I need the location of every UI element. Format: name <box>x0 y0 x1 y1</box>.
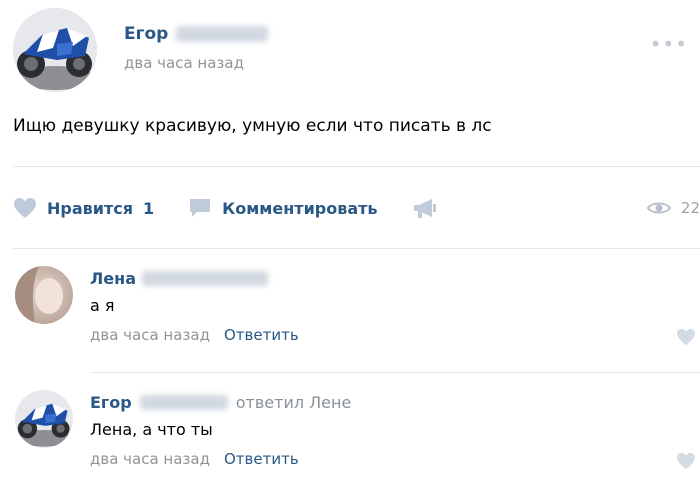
comment-meta: два часа назад Ответить <box>90 450 299 468</box>
motorcycle-image-icon <box>15 390 73 448</box>
comment-author[interactable]: Лена <box>90 269 136 288</box>
comment-text: Лена, а что ты <box>90 420 213 439</box>
comment-item: Лена а я два часа назад Ответить <box>13 266 700 356</box>
post-time[interactable]: два часа назад <box>124 54 244 72</box>
reply-button[interactable]: Ответить <box>224 450 299 468</box>
commenter-avatar[interactable] <box>15 266 73 324</box>
comment-time[interactable]: два часа назад <box>90 326 210 344</box>
comment-text: а я <box>90 296 115 315</box>
redacted-surname <box>139 394 228 410</box>
views-count: 22 <box>680 199 700 217</box>
author-avatar[interactable] <box>13 8 97 92</box>
comment-meta: два часа назад Ответить <box>90 326 299 344</box>
eye-icon <box>646 202 671 214</box>
like-count: 1 <box>143 198 155 218</box>
comment-author-row: Егор ответил Лене <box>90 390 351 414</box>
comment-label: Комментировать <box>222 198 378 218</box>
post-header: Егор два часа назад ••• <box>13 8 700 92</box>
comment-icon <box>190 199 211 217</box>
comment-time[interactable]: два часа назад <box>90 450 210 468</box>
heart-icon <box>14 198 36 218</box>
author-name[interactable]: Егор <box>124 24 168 44</box>
commenter-avatar[interactable] <box>15 390 73 448</box>
like-button[interactable]: Нравится 1 <box>13 197 154 219</box>
divider <box>13 166 700 167</box>
author-row: Егор <box>124 21 269 47</box>
comment-author-row: Лена <box>90 266 268 290</box>
comment-author[interactable]: Егор <box>90 393 132 412</box>
share-button[interactable] <box>412 197 448 219</box>
more-options-icon[interactable]: ••• <box>650 32 688 56</box>
like-label: Нравится <box>47 198 134 218</box>
heart-icon[interactable] <box>676 328 696 346</box>
views-counter: 22 <box>646 199 700 217</box>
divider <box>13 248 700 249</box>
megaphone-share-icon <box>413 199 436 218</box>
post-text: Ищю девушку красивую, умную если что пис… <box>13 116 492 136</box>
face-photo-icon <box>15 266 73 324</box>
heart-icon[interactable] <box>676 452 696 470</box>
redacted-surname <box>142 270 268 286</box>
motorcycle-image-icon <box>13 8 97 92</box>
divider <box>90 372 700 373</box>
reply-to-label[interactable]: ответил Лене <box>236 393 352 412</box>
redacted-surname <box>176 26 269 42</box>
comment-button[interactable]: Комментировать <box>188 197 378 219</box>
comment-item: Егор ответил Лене Лена, а что ты два час… <box>13 390 700 480</box>
reply-button[interactable]: Ответить <box>224 326 299 344</box>
post-actions: Нравится 1 Комментировать 22 <box>13 192 700 224</box>
